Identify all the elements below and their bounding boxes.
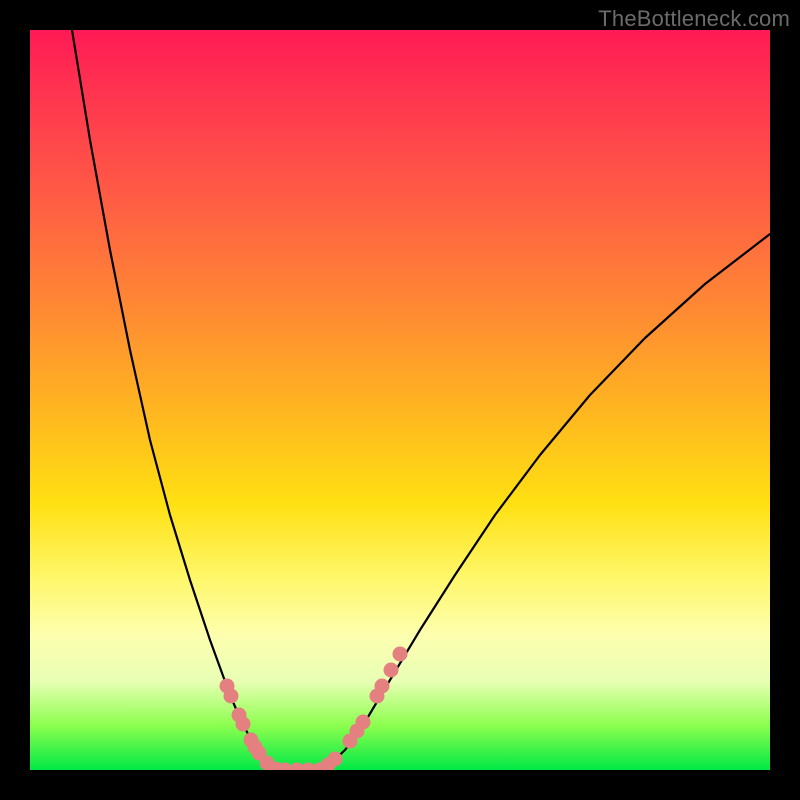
curve-dot	[224, 689, 239, 704]
curve-dot	[356, 715, 371, 730]
curve-dot-markers	[220, 647, 408, 771]
curve-dot	[384, 663, 399, 678]
curve-dot	[393, 647, 408, 662]
watermark-text: TheBottleneck.com	[598, 6, 790, 32]
curve-dot	[328, 752, 343, 767]
plot-area	[30, 30, 770, 770]
curve-dot	[236, 717, 251, 732]
chart-frame: TheBottleneck.com	[0, 0, 800, 800]
chart-svg	[30, 30, 770, 770]
curve-dot	[375, 679, 390, 694]
bottleneck-curve	[72, 30, 770, 770]
